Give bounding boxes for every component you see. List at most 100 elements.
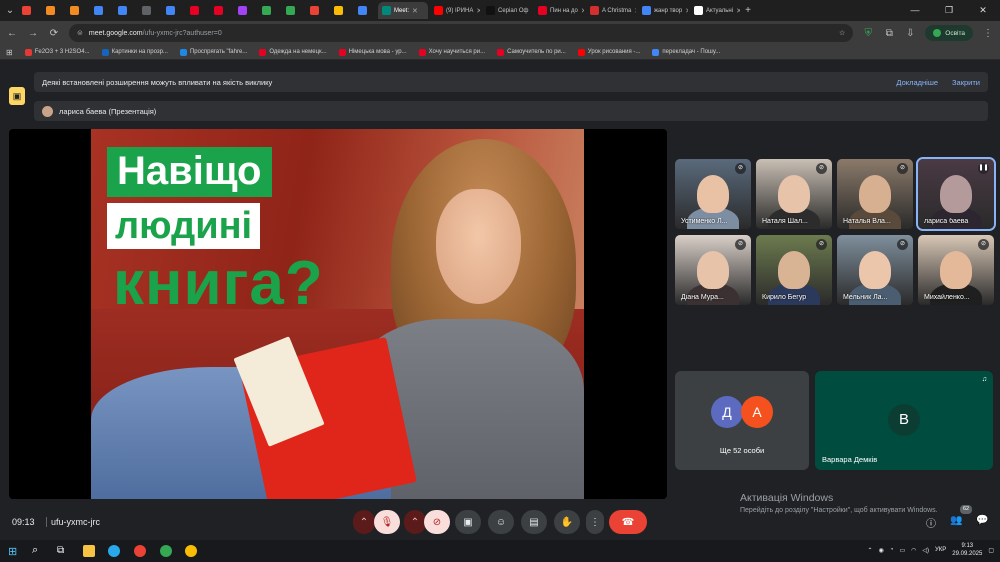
- browser-tab[interactable]: [186, 2, 208, 19]
- microphone-toggle-button[interactable]: 🎙: [374, 510, 400, 534]
- browser-tab[interactable]: (9) ІРИНА ✕: [430, 2, 480, 19]
- telegram-icon[interactable]: [108, 545, 120, 557]
- tray-wifi-icon[interactable]: ◠: [911, 547, 916, 554]
- browser-tab[interactable]: [162, 2, 184, 19]
- tray-app-icon[interactable]: ◉: [879, 547, 884, 554]
- tray-chevron-icon[interactable]: ⌃: [868, 547, 873, 554]
- participant-name: Кирило Бегур: [762, 294, 807, 301]
- browser-tab[interactable]: [66, 2, 88, 19]
- tab-search-icon[interactable]: ⌄: [4, 5, 16, 16]
- browser-tab[interactable]: Серіал Oф✕: [482, 2, 532, 19]
- bookmark-item[interactable]: Хочу научиться ри...: [418, 48, 485, 56]
- close-banner-button[interactable]: Закрити: [952, 78, 980, 87]
- browser-tab[interactable]: A Christma✕: [586, 2, 636, 19]
- participant-face: [778, 175, 810, 213]
- apps-grid-icon[interactable]: ⊞: [6, 48, 13, 57]
- windows-start-icon[interactable]: ⊞: [8, 545, 17, 558]
- browser-tab[interactable]: [306, 2, 328, 19]
- featured-participant-tile[interactable]: ♫ В Варвара Демків: [815, 371, 993, 470]
- audio-options-button[interactable]: ⌃: [353, 510, 375, 534]
- reload-icon[interactable]: ⟳: [48, 28, 60, 39]
- tray-network-icon[interactable]: ◔: [890, 547, 894, 553]
- participant-tile[interactable]: ⊘ Устименко Л...: [675, 159, 751, 229]
- minimize-button[interactable]: —: [898, 0, 932, 21]
- captions-button[interactable]: ▤: [521, 510, 547, 534]
- camera-toggle-button[interactable]: ⊘: [424, 510, 450, 534]
- chrome-icon[interactable]: [134, 545, 146, 557]
- back-icon[interactable]: ←: [6, 28, 18, 39]
- menu-dots-icon[interactable]: ⋮: [982, 28, 994, 39]
- video-options-button[interactable]: ⌃: [404, 510, 426, 534]
- tab-close-icon[interactable]: ✕: [736, 7, 740, 15]
- bookmark-item[interactable]: Самоучитель по ри...: [497, 48, 566, 56]
- learn-more-link[interactable]: Докладніше: [896, 78, 938, 87]
- present-button[interactable]: ▣: [455, 510, 481, 534]
- chat-icon[interactable]: 💬: [976, 515, 988, 526]
- browser-tab[interactable]: Meet: ✕: [378, 2, 428, 19]
- browser-tab[interactable]: [90, 2, 112, 19]
- warning-icon[interactable]: ▣: [9, 87, 25, 105]
- browser-tab[interactable]: [18, 2, 40, 19]
- browser-tab[interactable]: [354, 2, 376, 19]
- notification-icon[interactable]: ▢: [988, 547, 994, 554]
- new-tab-button[interactable]: +: [742, 5, 754, 16]
- bookmark-item[interactable]: Одежда на немецк...: [259, 48, 327, 56]
- browser-tab[interactable]: Пин на до ✕: [534, 2, 584, 19]
- bookmark-item[interactable]: Проспрягать "fahre...: [179, 48, 247, 56]
- bookmark-item[interactable]: Урок рисования -...: [577, 48, 640, 56]
- profile-button[interactable]: Освіта: [925, 25, 973, 41]
- more-participants-tile[interactable]: Д А Ще 52 особи: [675, 371, 809, 470]
- download-icon[interactable]: ⇩: [904, 28, 916, 39]
- reactions-button[interactable]: ☺: [488, 510, 514, 534]
- tray-volume-icon[interactable]: ◁): [922, 547, 929, 554]
- shield-extension-icon[interactable]: ⛨: [862, 28, 874, 39]
- file-explorer-icon[interactable]: [83, 545, 95, 557]
- search-icon[interactable]: ⌕: [32, 544, 38, 557]
- keyboard-language[interactable]: УКР: [935, 547, 946, 553]
- participant-tile[interactable]: ⊘ Наталья Вла...: [837, 159, 913, 229]
- people-icon[interactable]: 👥: [950, 515, 962, 526]
- browser-tab[interactable]: [42, 2, 64, 19]
- forward-icon[interactable]: →: [27, 28, 39, 39]
- tab-close-icon[interactable]: ✕: [531, 7, 532, 15]
- browser-tab[interactable]: [210, 2, 232, 19]
- tab-close-icon[interactable]: ✕: [476, 7, 480, 15]
- leave-call-button[interactable]: ☎: [609, 510, 647, 534]
- taskbar-clock[interactable]: 9:13 29.09.2025: [952, 542, 982, 558]
- participant-tile[interactable]: ❚❚ лариса баева: [916, 157, 996, 231]
- browser-tab[interactable]: [234, 2, 256, 19]
- more-options-button[interactable]: ⋮: [586, 510, 604, 534]
- url-omnibox[interactable]: ⊜ meet.google.com/ufu-yxmc-jrc?authuser=…: [69, 24, 854, 42]
- browser-tab[interactable]: [258, 2, 280, 19]
- browser-tab[interactable]: жанр твор✕: [638, 2, 688, 19]
- tab-close-icon[interactable]: ✕: [412, 7, 418, 15]
- raise-hand-button[interactable]: ✋: [554, 510, 580, 534]
- bookmark-star-icon[interactable]: ☆: [839, 29, 845, 37]
- participant-tile[interactable]: ⊘ Мельник Ла...: [837, 235, 913, 305]
- chrome-profile-icon[interactable]: [160, 545, 172, 557]
- tab-close-icon[interactable]: ✕: [581, 7, 584, 15]
- browser-tab[interactable]: [330, 2, 352, 19]
- bookmark-item[interactable]: Картинки на прозр...: [101, 48, 168, 56]
- maximize-button[interactable]: ❐: [932, 0, 966, 21]
- extensions-icon[interactable]: ⧉: [883, 28, 895, 39]
- site-info-icon[interactable]: ⊜: [77, 29, 83, 37]
- participant-tile[interactable]: ⊘ Кирило Бегур: [756, 235, 832, 305]
- task-view-icon[interactable]: ⧉: [57, 545, 64, 556]
- bookmark-item[interactable]: Німецька мова - ур...: [338, 48, 407, 56]
- chrome-active-icon[interactable]: [185, 545, 197, 557]
- browser-tab[interactable]: [282, 2, 304, 19]
- browser-tab[interactable]: [138, 2, 160, 19]
- tab-close-icon[interactable]: ✕: [634, 7, 636, 15]
- tab-close-icon[interactable]: ✕: [685, 7, 688, 15]
- participant-tile[interactable]: ⊘ Михайленко...: [918, 235, 994, 305]
- browser-tab[interactable]: Актуальні ✕: [690, 2, 740, 19]
- tray-display-icon[interactable]: ▭: [899, 547, 905, 554]
- meeting-info-icon[interactable]: ⓘ: [926, 515, 936, 530]
- participant-tile[interactable]: ⊘ Наталя Шал...: [756, 159, 832, 229]
- participant-tile[interactable]: ⊘ Діана Мура...: [675, 235, 751, 305]
- bookmark-item[interactable]: Fe2O3 + 3 H2SO4...: [24, 48, 90, 56]
- close-window-button[interactable]: ✕: [966, 0, 1000, 21]
- browser-tab[interactable]: [114, 2, 136, 19]
- bookmark-item[interactable]: перекладач - Пошу...: [652, 48, 720, 56]
